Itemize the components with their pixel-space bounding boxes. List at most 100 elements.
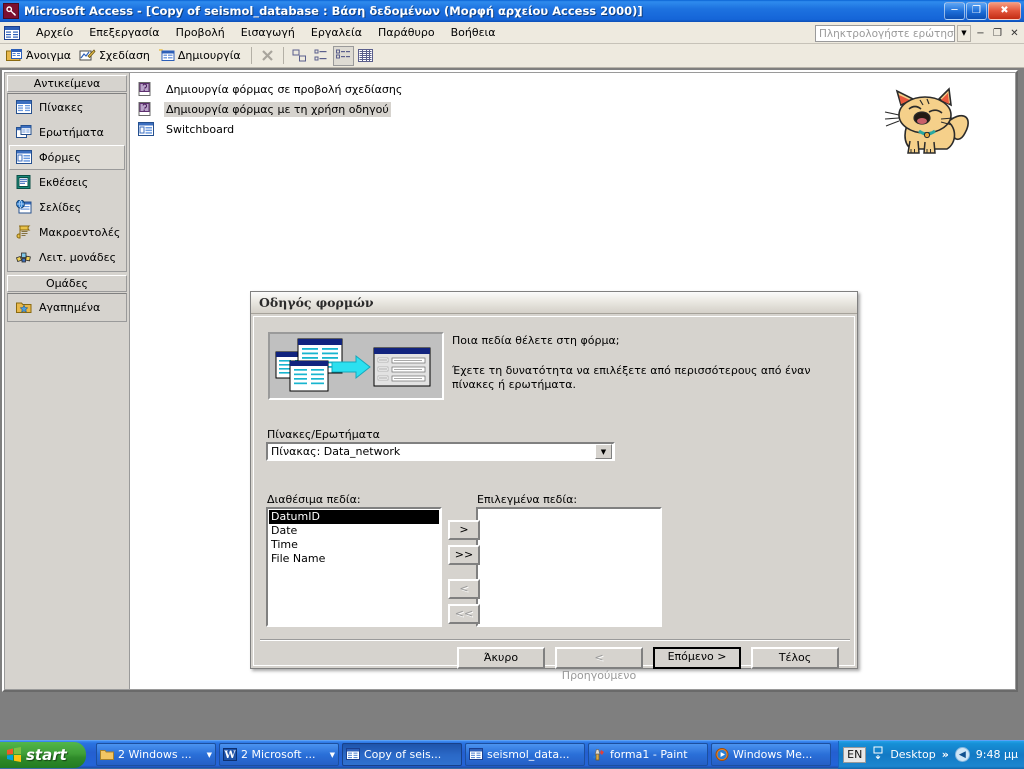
mdi-workspace: Αντικείμενα Πίνακες Ερωτήματα Φόρμες Εκθ… <box>0 68 1024 740</box>
tray-overflow-chevron-icon[interactable]: » <box>942 748 949 761</box>
database-window-icon <box>2 24 22 42</box>
taskbar-item-label: 2 Microsoft ... <box>241 748 316 761</box>
sidebar-item-reports-label: Εκθέσεις <box>39 176 89 189</box>
taskbar-item-label: Windows Me... <box>733 748 813 761</box>
database-toolbar: Άνοιγμα Σχεδίαση Δημιουργία <box>0 44 1024 68</box>
start-button[interactable]: start <box>0 741 86 768</box>
chevron-down-icon[interactable]: ▼ <box>207 751 212 759</box>
design-button[interactable]: Σχεδίαση <box>77 46 155 66</box>
taskbar-item-seismol-data[interactable]: seismol_data... <box>465 743 585 766</box>
mdi-restore-button[interactable]: ❐ <box>990 25 1005 41</box>
cat-clipart <box>877 85 977 160</box>
taskbar-item-label: forma1 - Paint <box>610 748 688 761</box>
objects-header: Αντικείμενα <box>7 75 127 92</box>
titlebar: Microsoft Access - [Copy of seismol_data… <box>0 0 1024 22</box>
open-button-label: Άνοιγμα <box>26 49 71 62</box>
open-button[interactable]: Άνοιγμα <box>4 46 76 66</box>
sidebar-item-macros[interactable]: Μακροεντολές <box>9 220 125 245</box>
sidebar-item-forms-label: Φόρμες <box>39 151 81 164</box>
move-all-left-button: << <box>448 604 480 624</box>
toolbar-separator-1 <box>250 47 252 64</box>
sidebar-item-macros-label: Μακροεντολές <box>39 226 121 239</box>
sidebar-item-pages-label: Σελίδες <box>39 201 82 214</box>
mdi-minimize-button[interactable]: − <box>973 25 988 41</box>
list-item-label: Switchboard <box>166 122 235 136</box>
sidebar-item-modules-label: Λειτ. μονάδες <box>39 251 117 264</box>
sidebar-item-modules[interactable]: Λειτ. μονάδες <box>9 245 125 270</box>
move-one-right-button[interactable]: > <box>448 520 480 540</box>
sidebar-item-queries-label: Ερωτήματα <box>39 126 104 139</box>
taskbar-items: 2 Windows ... ▼ W 2 Microsoft ... ▼ Copy… <box>90 743 838 766</box>
toolbar-separator-2 <box>282 47 284 64</box>
menu-file[interactable]: Αρχείο <box>28 23 81 42</box>
selected-fields-listbox[interactable] <box>476 507 662 627</box>
menu-insert[interactable]: Εισαγωγή <box>233 23 303 42</box>
list-item[interactable]: File Name <box>269 552 439 566</box>
selected-fields-label: Επιλεγμένα πεδία: <box>477 493 578 506</box>
taskbar-item-microsoft-word[interactable]: W 2 Microsoft ... ▼ <box>219 743 339 766</box>
tables-queries-label: Πίνακες/Ερωτήματα <box>267 428 380 441</box>
wizard-body: Ποια πεδία θέλετε στη φόρμα; Έχετε τη δυ… <box>253 316 855 682</box>
finish-button[interactable]: Τέλος <box>751 647 839 669</box>
taskbar-item-copy-of-seismol[interactable]: Copy of seis... <box>342 743 462 766</box>
move-all-right-button[interactable]: >> <box>448 545 480 565</box>
menu-view[interactable]: Προβολή <box>168 23 233 42</box>
chevron-down-icon[interactable]: ▼ <box>330 751 335 759</box>
taskbar-item-windows-media-player[interactable]: Windows Me... <box>711 743 831 766</box>
menu-help-label: Βοήθεια <box>450 26 496 39</box>
list-item[interactable]: DatumID <box>269 510 439 524</box>
tables-queries-combo[interactable]: Πίνακας: Data_network ▼ <box>266 442 615 461</box>
sidebar-item-reports[interactable]: Εκθέσεις <box>9 170 125 195</box>
menu-window[interactable]: Παράθυρο <box>370 23 443 42</box>
cancel-button[interactable]: Άκυρο <box>457 647 545 669</box>
form-icon <box>16 150 32 165</box>
new-button-label: Δημιουργία <box>177 49 241 62</box>
system-tray: EN Desktop » ◀ 9:48 μμ <box>838 740 1024 769</box>
desktop-toolbar-label[interactable]: Desktop <box>890 748 935 761</box>
page-icon <box>16 199 32 215</box>
small-icons-view-button[interactable] <box>311 46 332 66</box>
objects-list: Πίνακες Ερωτήματα Φόρμες Εκθέσεις Σελίδε… <box>7 93 127 272</box>
collapse-tray-icon[interactable]: ◀ <box>954 747 970 762</box>
close-button[interactable]: ✖ <box>988 2 1021 20</box>
list-view-button[interactable] <box>332 45 354 66</box>
menu-insert-label: Εισαγωγή <box>240 26 295 39</box>
sidebar-item-forms[interactable]: Φόρμες <box>9 145 125 170</box>
ask-a-question-dropdown-icon[interactable]: ▼ <box>957 24 971 42</box>
word-icon: W <box>223 747 237 762</box>
sidebar-item-queries[interactable]: Ερωτήματα <box>9 120 125 145</box>
list-item[interactable]: Date <box>269 524 439 538</box>
sidebar-item-pages[interactable]: Σελίδες <box>9 195 125 220</box>
chevron-down-icon[interactable]: ▼ <box>595 444 612 459</box>
delete-button[interactable] <box>257 46 278 66</box>
sidebar-item-tables[interactable]: Πίνακες <box>9 95 125 120</box>
available-fields-listbox[interactable]: DatumID Date Time File Name <box>266 507 442 627</box>
report-icon <box>16 175 32 190</box>
minimize-button[interactable]: ─ <box>944 2 965 20</box>
back-button: < Προηγούμενο <box>555 647 643 682</box>
language-indicator[interactable]: EN <box>843 746 867 763</box>
menu-edit[interactable]: Επεξεργασία <box>81 23 167 42</box>
table-icon <box>16 100 32 115</box>
list-item[interactable]: Time <box>269 538 439 552</box>
form-icon <box>138 121 154 137</box>
clock[interactable]: 9:48 μμ <box>976 748 1018 761</box>
window-title: Microsoft Access - [Copy of seismol_data… <box>24 4 643 18</box>
taskbar-item-paint[interactable]: forma1 - Paint <box>588 743 708 766</box>
next-button[interactable]: Επόμενο > <box>653 647 741 669</box>
large-icons-view-button[interactable] <box>289 46 310 66</box>
taskbar: start 2 Windows ... ▼ W 2 Microsoft ... … <box>0 740 1024 769</box>
ask-a-question-input[interactable]: Πληκτρολογήστε ερώτηση <box>815 24 955 42</box>
new-button[interactable]: Δημιουργία <box>156 46 246 66</box>
menu-help[interactable]: Βοήθεια <box>443 23 504 42</box>
sidebar-item-favorites[interactable]: Αγαπημένα <box>9 295 125 320</box>
taskbar-item-windows-explorer[interactable]: 2 Windows ... ▼ <box>96 743 216 766</box>
menu-tools[interactable]: Εργαλεία <box>303 23 370 42</box>
show-desktop-icon[interactable] <box>872 746 884 763</box>
wizard-question: Ποια πεδία θέλετε στη φόρμα; <box>452 334 620 347</box>
design-ruler-pencil-icon <box>79 48 96 64</box>
restore-button[interactable]: ❐ <box>966 2 987 20</box>
menu-window-label: Παράθυρο <box>378 26 435 39</box>
mdi-close-button[interactable]: ✕ <box>1007 25 1022 41</box>
details-view-button[interactable] <box>355 46 376 66</box>
